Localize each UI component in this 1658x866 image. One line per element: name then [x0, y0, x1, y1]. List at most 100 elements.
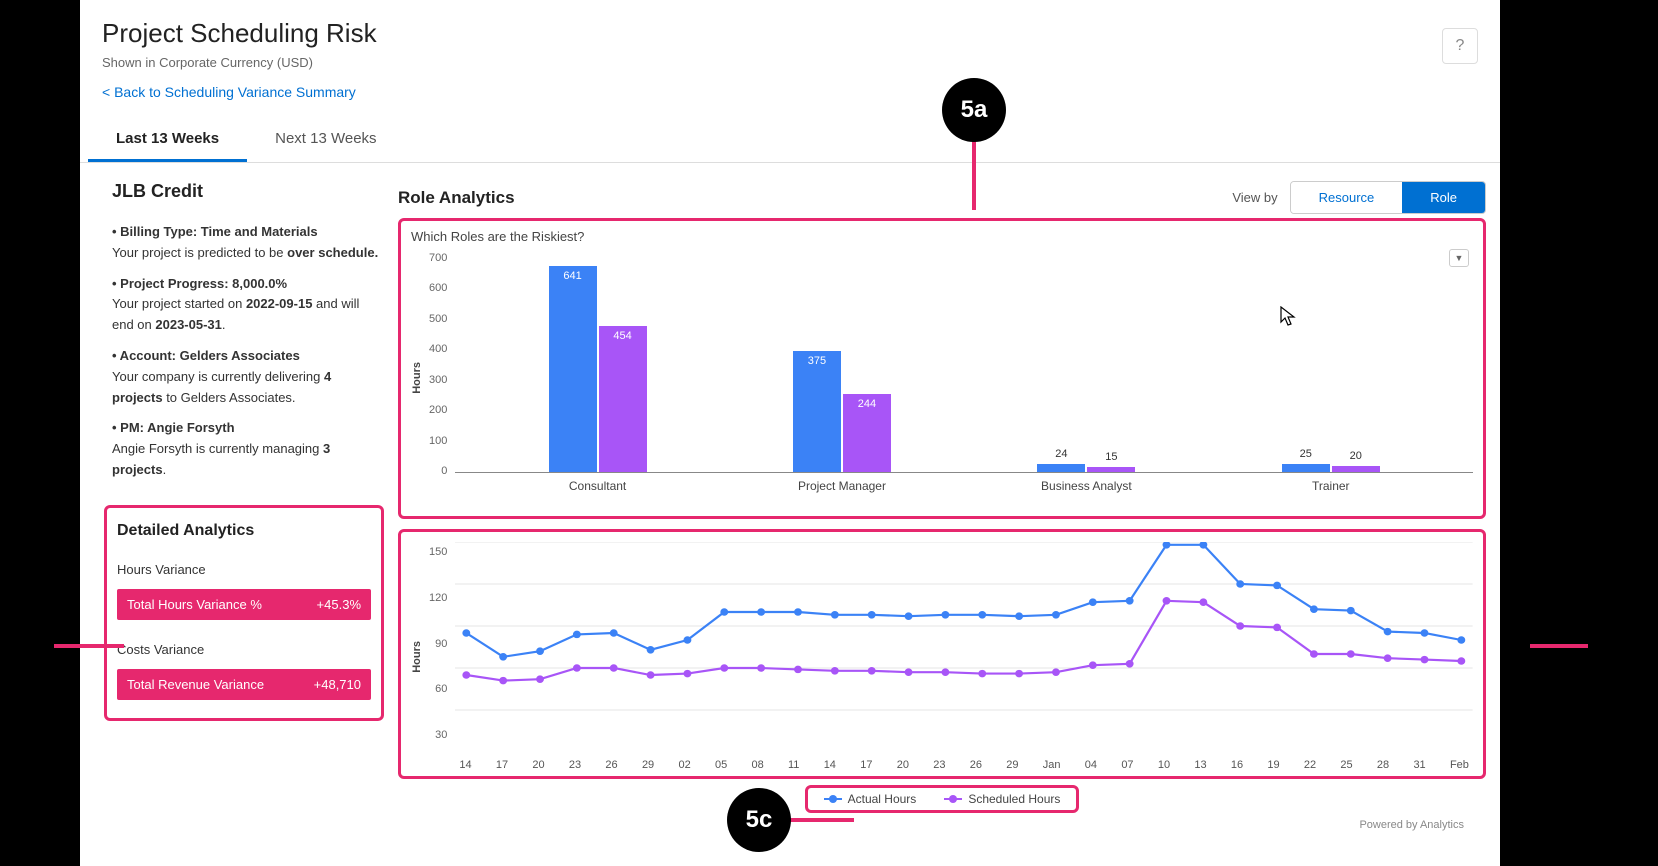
line-x-label: 20: [897, 759, 909, 771]
line-point[interactable]: [1273, 582, 1281, 590]
line-point[interactable]: [1421, 629, 1429, 637]
line-point[interactable]: [758, 664, 766, 672]
bar-project-manager-actual[interactable]: 375: [793, 351, 841, 472]
bar-consultant-scheduled[interactable]: 454: [599, 326, 647, 472]
progress-desc-pre: Your project started on: [112, 296, 246, 311]
line-point[interactable]: [831, 667, 839, 675]
toggle-resource[interactable]: Resource: [1291, 182, 1403, 213]
line-point[interactable]: [1384, 654, 1392, 662]
line-point[interactable]: [500, 677, 508, 685]
detailed-analytics-title: Detailed Analytics: [117, 522, 371, 540]
line-point[interactable]: [1384, 628, 1392, 636]
line-point[interactable]: [463, 671, 471, 679]
line-point[interactable]: [721, 608, 729, 616]
line-point[interactable]: [942, 668, 950, 676]
line-point[interactable]: [1273, 624, 1281, 632]
tab-last-13-weeks[interactable]: Last 13 Weeks: [88, 118, 247, 162]
bar-project-manager-scheduled[interactable]: 244: [843, 394, 891, 472]
bar-trainer-scheduled[interactable]: 20: [1332, 466, 1380, 472]
bar-chart-y-axis: 7006005004003002001000: [429, 252, 455, 477]
hours-variance-bar[interactable]: Total Hours Variance % +45.3%: [117, 589, 371, 620]
line-chart-y-label: Hours: [411, 641, 423, 673]
line-point[interactable]: [868, 667, 876, 675]
revenue-variance-bar-value: +48,710: [314, 677, 361, 692]
line-point[interactable]: [905, 612, 913, 620]
revenue-variance-bar-label: Total Revenue Variance: [127, 677, 264, 692]
line-point[interactable]: [1052, 611, 1060, 619]
line-point[interactable]: [905, 668, 913, 676]
bar-trainer-actual[interactable]: 25: [1282, 464, 1330, 472]
line-x-label: Feb: [1450, 759, 1469, 771]
line-point[interactable]: [1016, 612, 1024, 620]
tab-next-13-weeks[interactable]: Next 13 Weeks: [247, 118, 404, 162]
line-point[interactable]: [1237, 622, 1245, 630]
line-point[interactable]: [647, 646, 655, 654]
chart-question: Which Roles are the Riskiest?: [411, 229, 1473, 244]
line-x-label: Jan: [1043, 759, 1061, 771]
bar-chart-x-labels: ConsultantProject ManagerBusiness Analys…: [455, 473, 1473, 493]
line-point[interactable]: [794, 608, 802, 616]
legend-actual-hours[interactable]: Actual Hours: [824, 792, 917, 806]
line-point[interactable]: [1347, 607, 1355, 615]
line-point[interactable]: [1089, 598, 1097, 606]
billing-desc: Your project is predicted to be: [112, 245, 287, 260]
line-point[interactable]: [536, 675, 544, 683]
line-series-actual[interactable]: [467, 545, 1462, 657]
line-point[interactable]: [610, 629, 618, 637]
line-point[interactable]: [1163, 597, 1171, 605]
costs-variance-label: Costs Variance: [117, 642, 371, 657]
line-point[interactable]: [1200, 598, 1208, 606]
bar-chart-panel: Which Roles are the Riskiest? ▼ Hours 70…: [398, 218, 1486, 519]
line-point[interactable]: [1237, 580, 1245, 588]
bar-business-analyst-scheduled[interactable]: 15: [1087, 467, 1135, 472]
progress-start-date: 2022-09-15: [246, 296, 313, 311]
line-point[interactable]: [868, 611, 876, 619]
line-point[interactable]: [536, 647, 544, 655]
line-point[interactable]: [831, 611, 839, 619]
line-point[interactable]: [1310, 605, 1318, 613]
hours-variance-bar-value: +45.3%: [317, 597, 361, 612]
line-point[interactable]: [1458, 657, 1466, 665]
line-point[interactable]: [794, 666, 802, 674]
line-point[interactable]: [979, 611, 987, 619]
line-point[interactable]: [1421, 656, 1429, 664]
revenue-variance-bar[interactable]: Total Revenue Variance +48,710: [117, 669, 371, 700]
annotation-5a: 5a: [942, 78, 1006, 142]
back-link[interactable]: < Back to Scheduling Variance Summary: [102, 84, 356, 100]
line-point[interactable]: [610, 664, 618, 672]
line-point[interactable]: [1089, 661, 1097, 669]
annotation-5c-line: [790, 818, 854, 822]
line-point[interactable]: [1458, 636, 1466, 644]
bar-value-label: 15: [1105, 451, 1117, 463]
annotation-5c: 5c: [727, 788, 791, 852]
help-button[interactable]: ?: [1442, 28, 1478, 64]
line-x-label: 17: [860, 759, 872, 771]
line-point[interactable]: [942, 611, 950, 619]
legend-marker-blue: [824, 798, 842, 800]
line-point[interactable]: [1016, 670, 1024, 678]
line-point[interactable]: [758, 608, 766, 616]
bar-business-analyst-actual[interactable]: 24: [1037, 464, 1085, 472]
line-point[interactable]: [684, 636, 692, 644]
line-point[interactable]: [573, 664, 581, 672]
line-point[interactable]: [684, 670, 692, 678]
toggle-role[interactable]: Role: [1402, 182, 1485, 213]
footer-text: Powered by Analytics: [398, 813, 1486, 831]
legend-scheduled-hours[interactable]: Scheduled Hours: [944, 792, 1060, 806]
line-point[interactable]: [500, 653, 508, 661]
line-point[interactable]: [463, 629, 471, 637]
line-point[interactable]: [979, 670, 987, 678]
line-x-label: 17: [496, 759, 508, 771]
line-point[interactable]: [1310, 650, 1318, 658]
line-chart-y-axis: 150120906030: [429, 546, 455, 741]
bar-consultant-actual[interactable]: 641: [549, 266, 597, 472]
line-point[interactable]: [1347, 650, 1355, 658]
line-point[interactable]: [1126, 597, 1134, 605]
line-chart-x-labels: 14172023262902050811141720232629Jan04071…: [455, 757, 1473, 771]
annotation-4-line: [54, 644, 124, 648]
line-point[interactable]: [1126, 660, 1134, 668]
line-point[interactable]: [573, 631, 581, 639]
line-point[interactable]: [721, 664, 729, 672]
line-point[interactable]: [647, 671, 655, 679]
line-point[interactable]: [1052, 668, 1060, 676]
